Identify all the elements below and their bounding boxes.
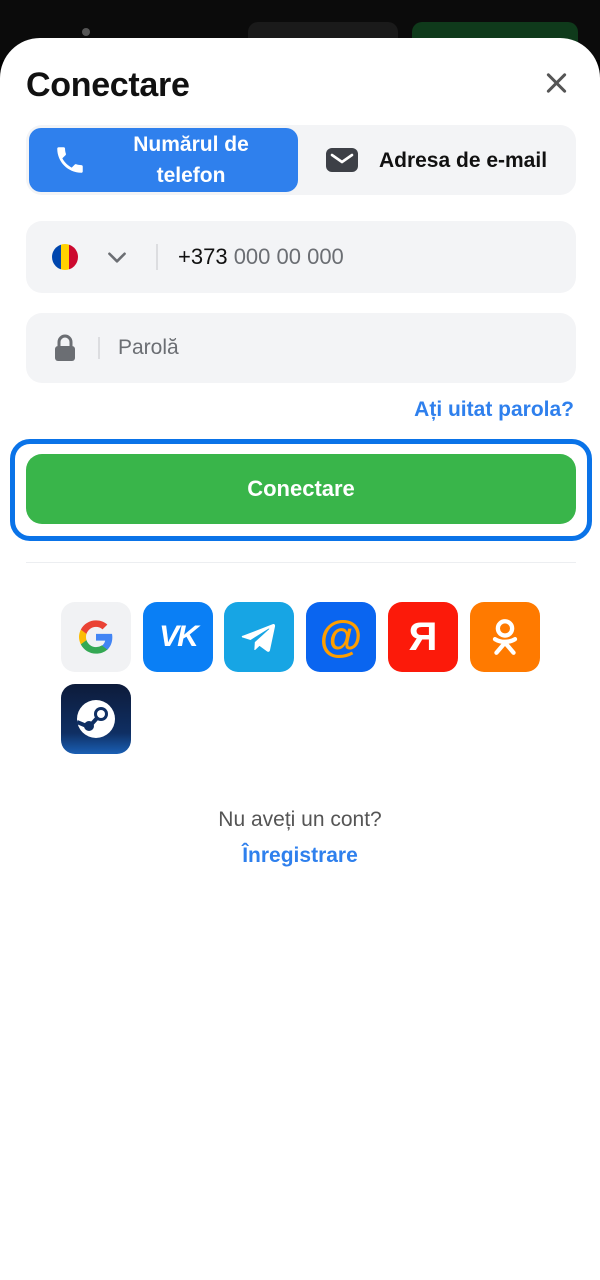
divider bbox=[98, 337, 100, 359]
phone-input[interactable]: +373 000 00 000 bbox=[178, 244, 344, 270]
phone-field[interactable]: +373 000 00 000 bbox=[26, 221, 576, 293]
moldova-flag-icon[interactable] bbox=[52, 244, 78, 270]
password-input[interactable]: Parolă bbox=[118, 336, 179, 360]
vk-text: VK bbox=[159, 620, 199, 653]
google-icon[interactable] bbox=[61, 602, 131, 672]
tab-email-label: Adresa de e-mail bbox=[378, 148, 548, 172]
tab-phone[interactable]: Numărul de telefon bbox=[29, 128, 298, 192]
status-dot bbox=[82, 28, 90, 36]
close-icon[interactable] bbox=[540, 68, 572, 100]
vk-icon[interactable]: VK bbox=[143, 602, 213, 672]
page-title: Conectare bbox=[26, 66, 190, 104]
phone-icon bbox=[53, 143, 87, 177]
divider bbox=[26, 562, 576, 563]
phone-prefix: +373 bbox=[178, 244, 228, 269]
register-link[interactable]: Înregistrare bbox=[0, 844, 600, 868]
password-field[interactable]: Parolă bbox=[26, 313, 576, 383]
login-button[interactable]: Conectare bbox=[26, 454, 576, 524]
mail-icon bbox=[325, 143, 359, 177]
yandex-text: Я bbox=[408, 614, 438, 659]
mailru-icon[interactable]: @ bbox=[306, 602, 376, 672]
tab-phone-label: Numărul de telefon bbox=[133, 133, 249, 187]
tab-email[interactable]: Adresa de e-mail bbox=[301, 128, 573, 192]
telegram-icon[interactable] bbox=[224, 602, 294, 672]
divider bbox=[156, 244, 158, 270]
lock-icon bbox=[55, 334, 75, 361]
phone-placeholder: 000 00 000 bbox=[233, 244, 344, 269]
mailru-text: @ bbox=[319, 612, 363, 661]
yandex-icon[interactable]: Я bbox=[388, 602, 458, 672]
chevron-down-icon[interactable] bbox=[104, 244, 130, 270]
steam-icon[interactable] bbox=[61, 684, 131, 754]
login-method-switch: Numărul de telefon Adresa de e-mail bbox=[26, 125, 576, 195]
login-sheet: Conectare Numărul de telefon Adresa de e… bbox=[0, 38, 600, 1280]
no-account-text: Nu aveți un cont? bbox=[218, 808, 382, 831]
forgot-password-link[interactable]: Ați uitat parola? bbox=[414, 398, 574, 422]
odnoklassniki-icon[interactable] bbox=[470, 602, 540, 672]
